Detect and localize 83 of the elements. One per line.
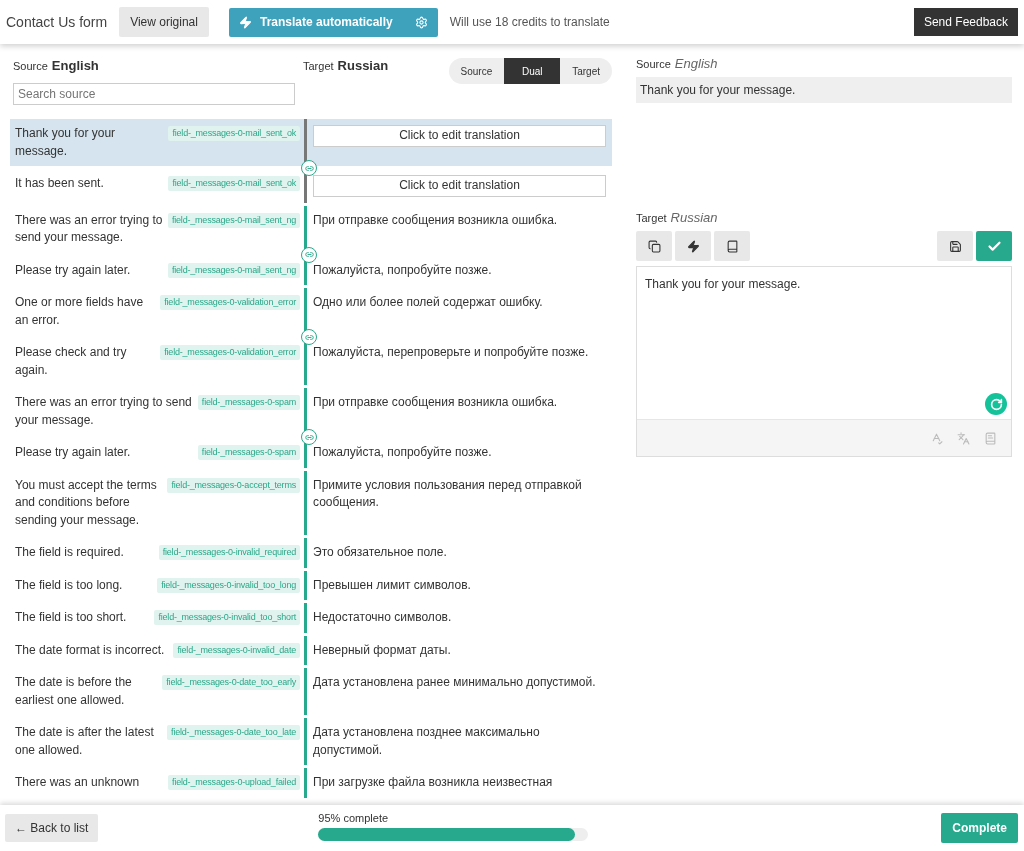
string-key-tag: field-_messages-0-date_too_early xyxy=(162,675,300,690)
translation-text: Дата установлена позднее максимально допустимой. xyxy=(313,725,540,757)
source-language: English xyxy=(674,56,718,71)
bolt-icon xyxy=(686,239,700,253)
feedback-button[interactable]: Send Feedback xyxy=(913,8,1018,36)
translation-text: Дата установлена ранее минимально допустимой. xyxy=(313,675,596,689)
source-text[interactable]: The date format is incorrect. xyxy=(15,641,170,659)
refresh-badge-icon xyxy=(985,393,1007,415)
string-key-tag: field-_messages-0-validation_error xyxy=(160,295,300,310)
translation-text: Пожалуйста, попробуйте позже. xyxy=(313,262,492,277)
string-key-tag: field-_messages-0-invalid_too_short xyxy=(154,610,300,625)
string-key-tag: field-_messages-0-accept_terms xyxy=(167,477,300,493)
book-icon xyxy=(725,239,739,253)
translation-text: Примите условия пользования перед отправкой сообщения. xyxy=(313,477,582,509)
credits-note: Will use 18 credits to translate xyxy=(449,15,610,29)
source-text[interactable]: Please try again later. xyxy=(15,261,164,279)
target-label: Target xyxy=(636,212,667,224)
search-field[interactable]: Search source xyxy=(13,83,295,105)
source-text[interactable]: The date is before the earliest one allowed. xyxy=(15,674,159,709)
translation-text: При загрузке файла возникла неизвестная xyxy=(313,775,553,789)
settings-icon xyxy=(414,15,428,29)
translation-text: Пожалуйста, перепроверьте и попробуйте позже. xyxy=(313,345,589,359)
translation-editor[interactable]: Thank you for your message. xyxy=(636,266,1012,457)
target-language: Russian xyxy=(337,58,389,73)
translation-text: Недостаточно символов. xyxy=(313,610,452,624)
view-original-button[interactable]: View original xyxy=(119,7,209,37)
translation-text: Неверный формат даты. xyxy=(313,642,451,657)
page-title: Contact Us form xyxy=(6,14,108,30)
copy-icon xyxy=(647,239,661,253)
string-key-tag: field-_messages-0-mail_sent_ok xyxy=(168,176,300,191)
edit-translation-button[interactable]: Click to edit translation xyxy=(313,175,606,197)
string-key-tag: field-_messages-0-mail_sent_ng xyxy=(167,212,300,228)
target-label: Target xyxy=(303,60,334,72)
progress-label: 95% complete xyxy=(318,811,390,824)
glossary-button[interactable] xyxy=(714,231,750,261)
string-key-tag: field-_messages-0-spam xyxy=(197,445,300,460)
auto-translate-button[interactable] xyxy=(675,231,711,261)
string-key-tag: field-_messages-0-invalid_required xyxy=(158,545,300,560)
save-button[interactable] xyxy=(937,231,973,261)
translation-text: При отправке сообщения возникла ошибка. xyxy=(313,212,558,227)
translation-text: Превышен лимит символов. xyxy=(313,577,471,592)
source-label: Source xyxy=(636,58,671,70)
save-icon xyxy=(948,239,962,253)
source-text-box: Thank you for your message. xyxy=(636,77,1012,103)
target-language: Russian xyxy=(670,210,718,225)
source-text[interactable]: Please try again later. xyxy=(15,444,194,462)
source-text[interactable]: There was an error trying to send your message. xyxy=(15,394,194,429)
edit-translation-button[interactable]: Click to edit translation xyxy=(313,125,606,147)
bolt-icon xyxy=(238,15,252,29)
source-text[interactable]: There was an unknown xyxy=(15,774,165,792)
copy-source-button[interactable] xyxy=(636,231,672,261)
source-text[interactable]: It has been sent. xyxy=(15,175,165,193)
book-icon xyxy=(984,431,997,445)
source-text[interactable]: Thank you for your message. xyxy=(15,125,165,160)
source-text[interactable]: The field is too long. xyxy=(15,576,154,594)
source-label: Source xyxy=(13,60,48,72)
view-mode-option[interactable]: Dual xyxy=(504,58,561,84)
string-key-tag: field-_messages-0-invalid_too_long xyxy=(157,577,300,593)
string-key-tag: field-_messages-0-mail_sent_ok xyxy=(168,126,300,141)
translation-text: Это обязательное поле. xyxy=(313,545,447,559)
view-mode-option[interactable]: Source xyxy=(448,58,505,84)
translation-text: Одно или более полей содержат ошибку. xyxy=(313,295,543,309)
source-language: English xyxy=(51,58,99,73)
string-key-tag: field-_messages-0-spam xyxy=(197,395,300,410)
string-key-tag: field-_messages-0-validation_error xyxy=(160,345,300,360)
translation-text: Пожалуйста, попробуйте позже. xyxy=(313,445,492,459)
source-text[interactable]: The date is after the latest one allowed. xyxy=(15,724,164,759)
string-key-tag: field-_messages-0-invalid_date xyxy=(173,642,300,658)
translation-input-text: Thank you for your message. xyxy=(645,277,801,291)
source-text[interactable]: The field is required. xyxy=(15,544,155,562)
string-key-tag: field-_messages-0-mail_sent_ng xyxy=(167,262,300,278)
spellcheck-icon xyxy=(930,431,943,445)
source-text[interactable]: You must accept the terms and conditions before sending your message. xyxy=(15,476,164,529)
string-key-tag: field-_messages-0-date_too_late xyxy=(167,725,300,740)
string-key-tag: field-_messages-0-upload_failed xyxy=(168,775,300,790)
view-mode-option[interactable]: Target xyxy=(560,58,612,84)
source-text[interactable]: One or more fields have an error. xyxy=(15,294,157,329)
source-text[interactable]: There was an error trying to send your message. xyxy=(15,211,164,247)
translation-text: При отправке сообщения возникла ошибка. xyxy=(313,395,558,409)
source-text[interactable]: Please check and try again. xyxy=(15,344,157,379)
source-text[interactable]: The field is too short. xyxy=(15,609,151,627)
back-button[interactable]: ← Back to list xyxy=(5,814,99,842)
languages-icon xyxy=(957,431,970,445)
